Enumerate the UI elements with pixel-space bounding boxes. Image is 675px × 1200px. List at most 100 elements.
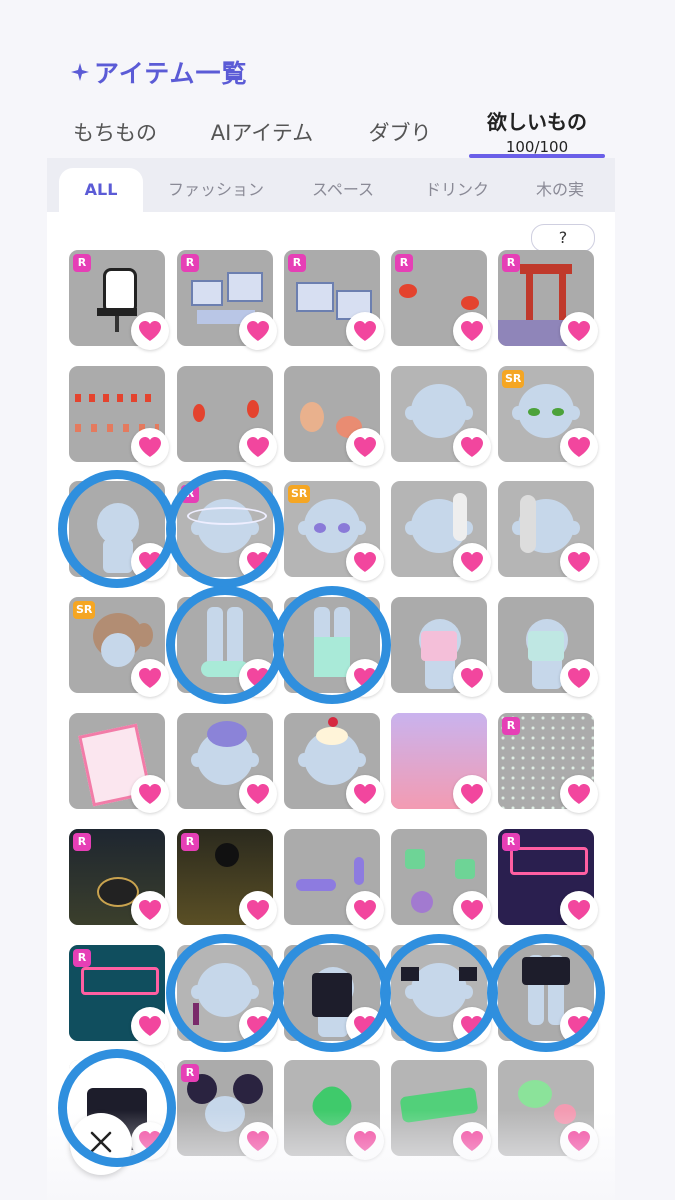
item-purple-bear-plush[interactable] [177, 713, 277, 813]
heart-icon[interactable] [346, 659, 384, 697]
heart-icon[interactable] [239, 1007, 277, 1045]
heart-icon[interactable] [346, 543, 384, 581]
heart-icon[interactable] [346, 775, 384, 813]
heart-icon[interactable] [131, 543, 169, 581]
rarity-badge: R [502, 254, 520, 272]
item-red-lanterns[interactable]: R [391, 250, 491, 350]
item-mint-socks[interactable] [284, 597, 384, 697]
subtab-space[interactable]: スペース [287, 168, 399, 212]
heart-icon[interactable] [560, 891, 598, 929]
tab-mochimono[interactable]: もちもの [47, 100, 183, 160]
rarity-badge: R [73, 833, 91, 851]
tab-wishlist[interactable]: 欲しいもの 100/100 [467, 100, 607, 160]
help-button[interactable]: ? [531, 224, 595, 252]
rarity-badge: R [288, 254, 306, 272]
rarity-badge: SR [73, 601, 96, 619]
item-white-hair[interactable] [391, 481, 491, 581]
heart-icon[interactable] [453, 543, 491, 581]
item-purple-eyes[interactable]: SR [284, 481, 384, 581]
item-chinese-gate[interactable]: R [498, 250, 598, 350]
item-dumplings[interactable] [284, 366, 384, 466]
item-cherry-cream-hat[interactable] [284, 713, 384, 813]
item-hanging-red-lanterns[interactable] [177, 366, 277, 466]
page-title: アイテム一覧 [70, 54, 248, 90]
subtab-fashion[interactable]: ファッション [155, 168, 277, 212]
heart-icon[interactable] [239, 312, 277, 350]
tab-label: AIアイテム [210, 121, 314, 145]
heart-icon[interactable] [131, 1007, 169, 1045]
tab-duplicates[interactable]: ダブり [341, 100, 459, 160]
item-desk-monitors-set[interactable]: R [177, 250, 277, 350]
rarity-badge: R [181, 254, 199, 272]
subtab-all[interactable]: ALL [59, 168, 143, 212]
tab-label: 欲しいもの [487, 110, 587, 134]
item-vocal-stage[interactable]: R [177, 829, 277, 929]
item-white-halo[interactable]: R [177, 481, 277, 581]
item-brown-twintail-hair[interactable]: SR [69, 597, 169, 697]
tab-ai-items[interactable]: AIアイテム [191, 100, 333, 160]
item-drum-stage[interactable]: R [69, 829, 169, 929]
rarity-badge: R [73, 949, 91, 967]
heart-icon[interactable] [560, 1007, 598, 1045]
subtab-nuts[interactable]: 木の実 [515, 168, 605, 212]
close-icon [89, 1130, 113, 1158]
heart-icon[interactable] [453, 659, 491, 697]
heart-icon[interactable] [453, 775, 491, 813]
tab-label: ダブり [368, 121, 432, 145]
item-green-stickers[interactable] [391, 829, 491, 929]
item-silver-hair[interactable] [498, 481, 598, 581]
item-face-smile[interactable] [391, 366, 491, 466]
item-neon-chinatown-bg[interactable]: R [498, 829, 598, 929]
close-button[interactable] [70, 1113, 132, 1175]
rarity-badge: R [502, 833, 520, 851]
rarity-badge: R [502, 717, 520, 735]
heart-icon[interactable] [453, 1007, 491, 1045]
heart-icon[interactable] [131, 428, 169, 466]
main-tabs: もちもの AIアイテム ダブり 欲しいもの 100/100 [47, 100, 615, 160]
item-gaming-chair[interactable]: R [69, 250, 169, 350]
heart-icon[interactable] [560, 659, 598, 697]
heart-icon[interactable] [131, 775, 169, 813]
item-lantern-string-lights[interactable] [69, 366, 169, 466]
heart-icon[interactable] [239, 891, 277, 929]
heart-icon[interactable] [239, 775, 277, 813]
rarity-badge: R [395, 254, 413, 272]
rarity-badge: R [181, 485, 199, 503]
heart-icon[interactable] [239, 428, 277, 466]
item-sparkle-bg[interactable]: R [498, 713, 598, 813]
heart-icon[interactable] [453, 312, 491, 350]
item-black-ribbon-bows[interactable] [391, 945, 491, 1045]
heart-icon[interactable] [560, 428, 598, 466]
rarity-badge: R [73, 254, 91, 272]
heart-icon[interactable] [453, 428, 491, 466]
item-black-china-dress[interactable] [284, 945, 384, 1045]
item-pink-outfit[interactable] [391, 597, 491, 697]
item-mint-outfit[interactable] [498, 597, 598, 697]
heart-icon[interactable] [131, 659, 169, 697]
heart-icon[interactable] [453, 891, 491, 929]
heart-icon[interactable] [346, 312, 384, 350]
item-pearl-earring[interactable] [177, 945, 277, 1045]
subtab-drink[interactable]: ドリンク [407, 168, 507, 212]
heart-icon[interactable] [346, 891, 384, 929]
heart-icon[interactable] [131, 312, 169, 350]
heart-icon[interactable] [239, 659, 277, 697]
heart-icon[interactable] [560, 312, 598, 350]
rarity-badge: SR [288, 485, 311, 503]
item-pink-gradient-bg[interactable] [391, 713, 491, 813]
heart-icon[interactable] [131, 891, 169, 929]
heart-icon[interactable] [239, 543, 277, 581]
item-monitor-setup[interactable]: R [284, 250, 384, 350]
heart-icon[interactable] [560, 543, 598, 581]
item-black-shorts[interactable] [498, 945, 598, 1045]
item-green-eyes[interactable]: SR [498, 366, 598, 466]
heart-icon[interactable] [560, 775, 598, 813]
tab-label: もちもの [73, 121, 157, 145]
heart-icon[interactable] [346, 1007, 384, 1045]
item-mint-shoes[interactable] [177, 597, 277, 697]
item-teal-chinatown-bg[interactable]: R [69, 945, 169, 1045]
item-purple-accessories[interactable] [284, 829, 384, 929]
heart-icon[interactable] [346, 428, 384, 466]
item-pink-notebook[interactable] [69, 713, 169, 813]
item-green-leaf-outfit[interactable] [69, 481, 169, 581]
